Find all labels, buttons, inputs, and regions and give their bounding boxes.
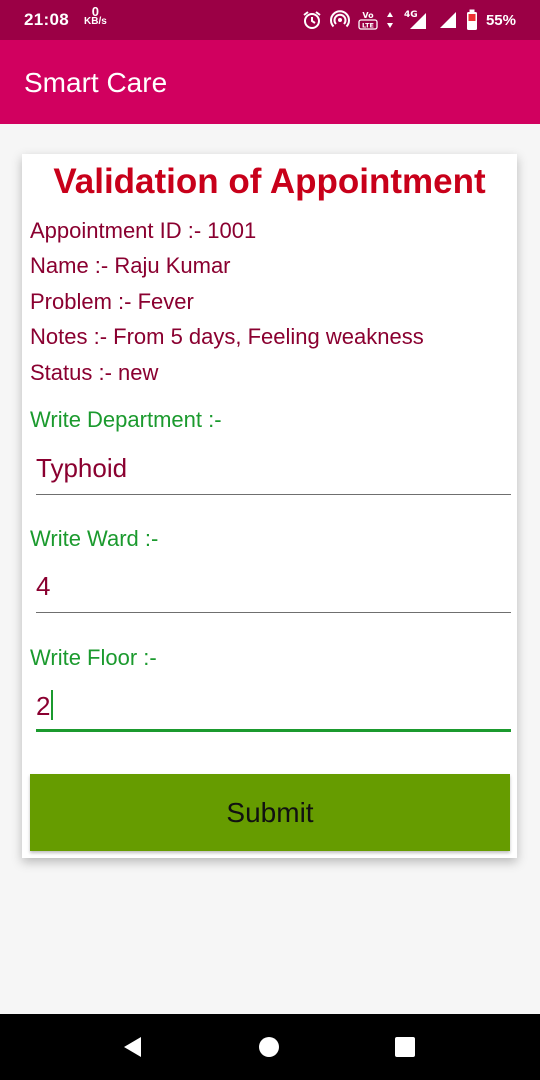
back-icon <box>121 1035 145 1059</box>
recents-button[interactable] <box>365 1014 445 1080</box>
department-input-underline <box>36 494 511 495</box>
recents-icon <box>394 1036 416 1058</box>
ward-input-underline <box>36 612 511 613</box>
ward-label: Write Ward :- <box>30 526 159 551</box>
svg-text:LTE: LTE <box>362 22 374 30</box>
status-text: Status :- new <box>30 360 159 385</box>
ward-input-value: 4 <box>36 571 51 601</box>
signal-2-icon <box>436 10 458 30</box>
patient-name-text: Name :- Raju Kumar <box>30 253 231 278</box>
department-label: Write Department :- <box>30 407 222 432</box>
signal-icon: 4G <box>402 9 428 31</box>
volte-icon: Vo LTE <box>358 9 378 31</box>
alarm-icon <box>302 10 322 30</box>
problem-text: Problem :- Fever <box>30 289 194 314</box>
department-input[interactable]: Typhoid <box>36 449 511 495</box>
page-title: Validation of Appointment <box>53 162 486 201</box>
svg-text:4G: 4G <box>404 10 418 20</box>
hotspot-icon <box>329 10 350 30</box>
floor-input-value-wrap: 2 <box>36 690 54 722</box>
battery-icon <box>466 9 478 31</box>
department-input-value: Typhoid <box>36 453 128 483</box>
back-button[interactable] <box>93 1014 173 1080</box>
notes-text: Notes :- From 5 days, Feeling weakness <box>30 324 424 349</box>
system-navigation-bar <box>0 1014 540 1080</box>
appointment-validation-card: Validation of Appointment Appointment ID… <box>22 154 517 858</box>
network-speed-indicator: 0 KB/s <box>84 5 107 27</box>
floor-input[interactable]: 2 <box>36 686 511 732</box>
svg-text:Vo: Vo <box>362 11 374 20</box>
data-arrows-icon <box>386 10 394 30</box>
floor-label: Write Floor :- <box>30 645 157 670</box>
floor-input-value: 2 <box>36 691 51 721</box>
status-bar: 21:08 0 KB/s Vo LTE 4G 55% <box>0 0 540 40</box>
home-icon <box>257 1035 281 1059</box>
submit-button[interactable]: Submit <box>30 774 510 851</box>
floor-input-underline <box>36 729 511 732</box>
text-cursor <box>51 690 54 720</box>
app-title: Smart Care <box>24 67 168 98</box>
network-speed-unit: KB/s <box>84 16 107 27</box>
clock: 21:08 <box>24 10 69 29</box>
app-bar: Smart Care <box>0 40 540 124</box>
battery-percent: 55% <box>485 11 516 29</box>
home-button[interactable] <box>229 1014 309 1080</box>
appointment-id-text: Appointment ID :- 1001 <box>30 218 257 243</box>
ward-input[interactable]: 4 <box>36 567 511 613</box>
